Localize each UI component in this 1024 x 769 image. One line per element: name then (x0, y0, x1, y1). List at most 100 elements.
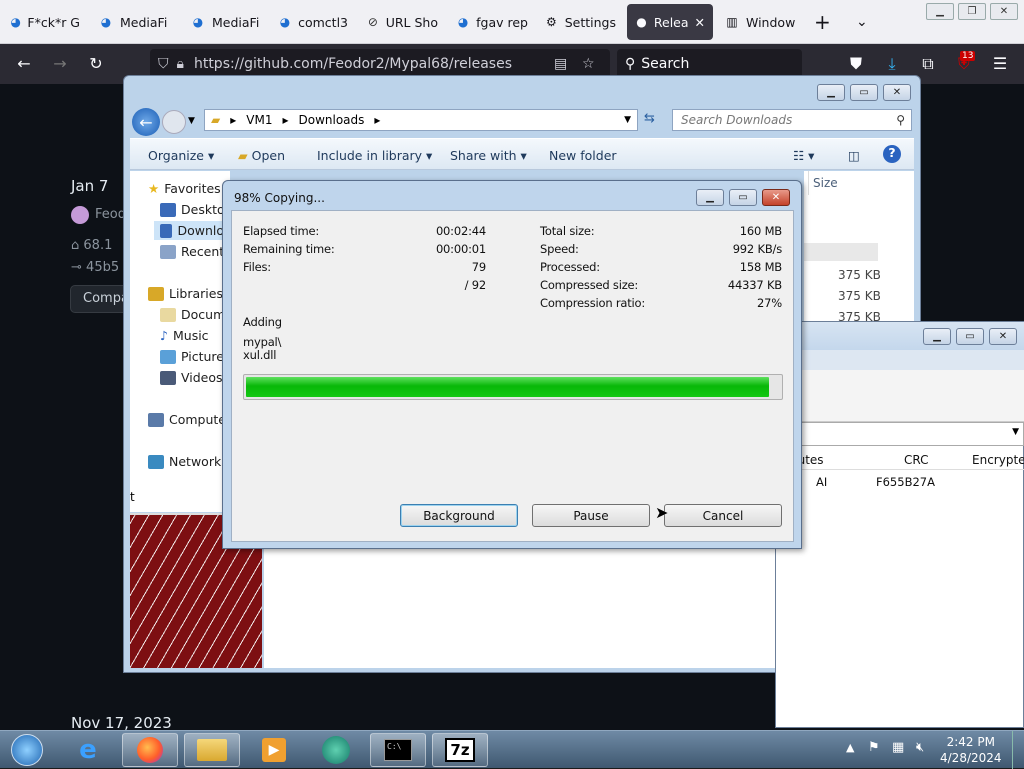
lock-icon[interactable]: 🔒︎ (177, 56, 184, 72)
compressed-size-label: Compressed size: (540, 278, 639, 292)
share-with-button[interactable]: Share with ▾ (450, 148, 527, 163)
size-column-header[interactable]: Size (808, 171, 914, 195)
tab-2[interactable]: ◕ MediaFi (98, 4, 168, 40)
tag-label[interactable]: ⌂ 68.1 (71, 238, 112, 253)
restore-button[interactable]: ❐ (958, 3, 986, 20)
menu-icon[interactable]: ☰ (990, 54, 1010, 73)
tab-3[interactable]: ◕ MediaFi (190, 4, 260, 40)
elapsed-label: Elapsed time: (243, 224, 320, 238)
tray-chevron-icon[interactable]: ▲ (846, 741, 854, 754)
tab-6[interactable]: ◕ fgav rep (456, 4, 528, 40)
taskbar-cmd[interactable]: C:\ (370, 733, 426, 767)
taskbar-media-player[interactable]: ▶ (246, 733, 302, 767)
author-name[interactable]: Feod (95, 207, 126, 222)
recent-places-icon (160, 244, 176, 259)
back-button[interactable]: ← (132, 108, 160, 136)
pocket-icon[interactable]: ⛊ (846, 54, 866, 74)
files-value: 79 (471, 260, 486, 274)
system-clock[interactable]: 2:42 PM 4/28/2024 (940, 734, 1002, 766)
explorer-search-input[interactable]: Search Downloads ⚲ (672, 109, 912, 131)
nav-downloads[interactable]: Downlo (154, 221, 230, 240)
pause-button[interactable]: Pause (532, 504, 650, 527)
action-center-flag-icon[interactable]: ⚑ (868, 740, 880, 755)
tab-releases[interactable]: ● Relea ✕ (627, 4, 713, 40)
network-tray-icon[interactable]: ▦ (892, 740, 904, 755)
tab-1[interactable]: ◕ F*ck*r G (10, 4, 80, 40)
column-crc[interactable]: CRC (904, 453, 929, 467)
new-folder-button[interactable]: New folder (549, 148, 617, 163)
show-desktop-button[interactable] (1012, 731, 1024, 769)
tab-window[interactable]: ▥ Window (724, 4, 796, 40)
shield-icon[interactable]: ⛉ (158, 56, 169, 72)
wave-icon: ◕ (457, 15, 469, 29)
compare-button[interactable]: Compa (70, 285, 130, 313)
forward-button[interactable] (162, 110, 186, 134)
back-arrow-icon[interactable]: ← (14, 54, 34, 73)
nav-network[interactable]: Network (148, 454, 221, 469)
nav-favorites[interactable]: ★ Favorites (148, 181, 221, 196)
reader-view-icon[interactable]: ▤ (554, 56, 567, 72)
nav-libraries[interactable]: Libraries (148, 286, 223, 301)
table-row[interactable]: AI F655B27A (776, 472, 1024, 492)
volume-muted-icon[interactable]: 🔇︎ (916, 740, 924, 755)
processed-value: 158 MB (739, 260, 782, 274)
archive-maximize-button[interactable]: ▭ (956, 328, 984, 345)
explorer-minimize-button[interactable]: ▁ (817, 84, 845, 101)
address-bar[interactable]: ▰ ▸ VM1 ▸ Downloads ▸ ▼ (204, 109, 638, 131)
explorer-close-button[interactable]: ✕ (883, 84, 911, 101)
wave-icon: ◕ (279, 15, 291, 29)
open-button[interactable]: ▰ Open (238, 148, 285, 163)
address-dropdown-icon[interactable]: ▼ (624, 115, 631, 125)
minimize-button[interactable]: ▁ (926, 3, 954, 20)
forward-arrow-icon[interactable]: → (50, 54, 70, 73)
nav-music[interactable]: ♪ Music (160, 328, 209, 343)
tab-settings[interactable]: ⚙ Settings (544, 4, 616, 40)
column-encrypted[interactable]: Encrypte (972, 453, 1024, 467)
archive-close-button[interactable]: ✕ (989, 328, 1017, 345)
taskbar-ie[interactable]: e (60, 733, 116, 767)
explorer-maximize-button[interactable]: ▭ (850, 84, 878, 101)
extensions-icon[interactable]: ⧉ (918, 54, 938, 74)
archive-path-dropdown[interactable]: ▼ (776, 422, 1024, 446)
archive-minimize-button[interactable]: ▁ (923, 328, 951, 345)
taskbar-app[interactable] (308, 733, 364, 767)
background-button[interactable]: Background (400, 504, 518, 527)
navigation-pane: ★ Favorites Desktop Downlo Recent P Libra… (130, 171, 236, 501)
remaining-value: 00:00:01 (435, 242, 486, 256)
nav-pictures[interactable]: Pictures (160, 349, 231, 364)
taskbar-explorer[interactable] (184, 733, 240, 767)
wave-icon: ◕ (100, 15, 112, 29)
breadcrumb-vm1[interactable]: VM1 (246, 113, 272, 127)
nav-computer[interactable]: Compute (148, 412, 226, 427)
taskbar-7zip[interactable]: 7z (432, 733, 488, 767)
dialog-minimize-button[interactable]: ▁ (696, 189, 724, 206)
organize-button[interactable]: Organize ▾ (148, 148, 214, 163)
history-chevron-icon[interactable]: ▼ (188, 116, 195, 126)
preview-pane-icon[interactable]: ◫ (848, 148, 860, 163)
tab-5[interactable]: ⊘ URL Sho (366, 4, 438, 40)
view-options-icon[interactable]: ☷ ▾ (793, 148, 814, 163)
cancel-button[interactable]: Cancel (664, 504, 782, 527)
progress-bar-fill (246, 377, 770, 397)
taskbar-firefox[interactable] (122, 733, 178, 767)
bookmark-star-icon[interactable]: ☆ (582, 56, 595, 72)
refresh-icon[interactable]: ⇆ (644, 111, 655, 126)
tab-list-chevron-icon[interactable]: ⌄ (856, 4, 876, 40)
include-in-library-button[interactable]: Include in library ▾ (317, 148, 432, 163)
tab-4[interactable]: ◕ comctl3 (278, 4, 348, 40)
breadcrumb-downloads[interactable]: Downloads (299, 113, 365, 127)
dialog-close-button[interactable]: ✕ (762, 189, 790, 206)
nav-videos[interactable]: Videos (160, 370, 223, 385)
reload-icon[interactable]: ↻ (86, 54, 106, 73)
close-button[interactable]: ✕ (990, 3, 1018, 20)
dialog-maximize-button[interactable]: ▭ (729, 189, 757, 206)
commit-label[interactable]: ⊸ 45b5 (71, 260, 119, 275)
processed-label: Processed: (540, 260, 600, 274)
compression-ratio-label: Compression ratio: (540, 296, 646, 310)
new-tab-button[interactable]: + (814, 4, 834, 40)
download-icon[interactable]: ⤓ (882, 54, 902, 74)
help-icon[interactable]: ? (883, 145, 901, 163)
start-button[interactable] (2, 733, 52, 767)
close-tab-icon[interactable]: ✕ (695, 15, 705, 30)
avatar[interactable] (71, 206, 89, 224)
